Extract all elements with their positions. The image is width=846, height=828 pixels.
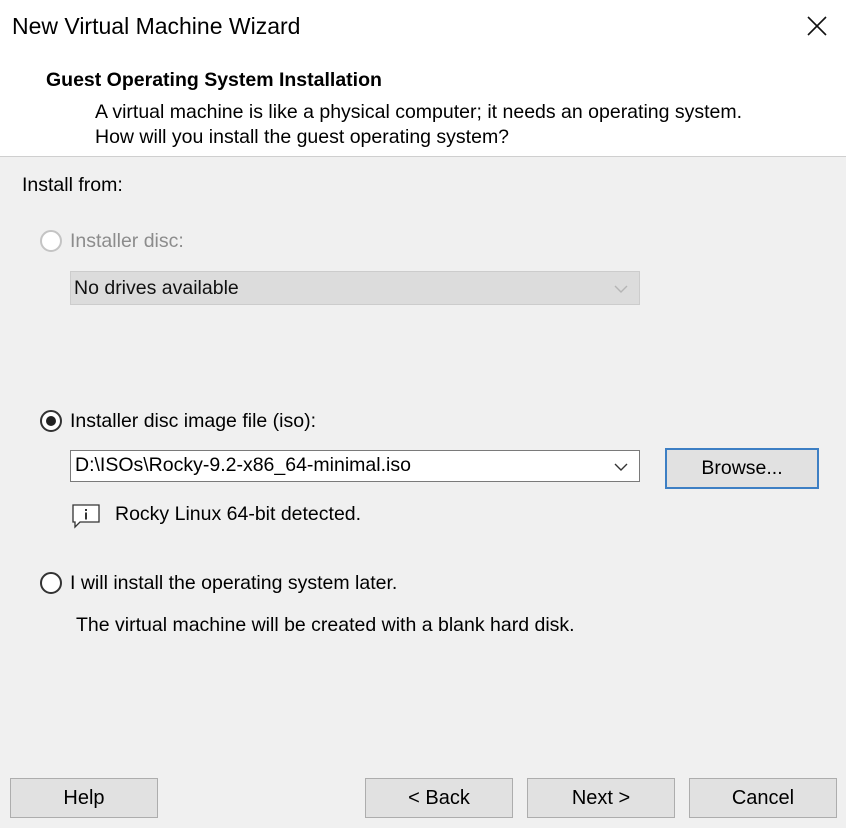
- installer-disc-dropdown[interactable]: No drives available: [70, 271, 640, 305]
- page-title: Guest Operating System Installation: [46, 69, 382, 91]
- page-description: A virtual machine is like a physical com…: [95, 101, 743, 148]
- installer-disc-dropdown-value: No drives available: [74, 277, 239, 299]
- browse-button[interactable]: Browse...: [665, 448, 819, 489]
- install-later-label: I will install the operating system late…: [70, 572, 398, 594]
- title-bar: New Virtual Machine Wizard: [0, 0, 846, 56]
- cancel-button[interactable]: Cancel: [689, 778, 837, 818]
- install-later-description: The virtual machine will be created with…: [76, 614, 575, 636]
- window-title: New Virtual Machine Wizard: [12, 13, 301, 39]
- close-button[interactable]: [788, 0, 846, 52]
- install-from-label: Install from:: [22, 174, 123, 196]
- chevron-down-icon[interactable]: [613, 459, 629, 475]
- wizard-window: New Virtual Machine Wizard Guest Operati…: [0, 0, 846, 828]
- install-later-radio[interactable]: [40, 572, 62, 594]
- iso-path-value: D:\ISOs\Rocky-9.2-x86_64-minimal.iso: [75, 454, 411, 476]
- close-icon: [807, 16, 827, 36]
- back-button[interactable]: < Back: [365, 778, 513, 818]
- wizard-header: Guest Operating System Installation A vi…: [0, 56, 846, 157]
- chevron-down-icon: [614, 285, 628, 293]
- detected-os-message: Rocky Linux 64-bit detected.: [115, 503, 362, 525]
- iso-radio[interactable]: [40, 410, 62, 432]
- info-icon: [72, 504, 100, 529]
- installer-disc-label: Installer disc:: [70, 230, 184, 252]
- iso-path-combobox[interactable]: D:\ISOs\Rocky-9.2-x86_64-minimal.iso: [70, 450, 640, 482]
- radio-selected-dot: [46, 416, 56, 426]
- installer-disc-radio[interactable]: [40, 230, 62, 252]
- help-button[interactable]: Help: [10, 778, 158, 818]
- next-button[interactable]: Next >: [527, 778, 675, 818]
- iso-label: Installer disc image file (iso):: [70, 410, 316, 432]
